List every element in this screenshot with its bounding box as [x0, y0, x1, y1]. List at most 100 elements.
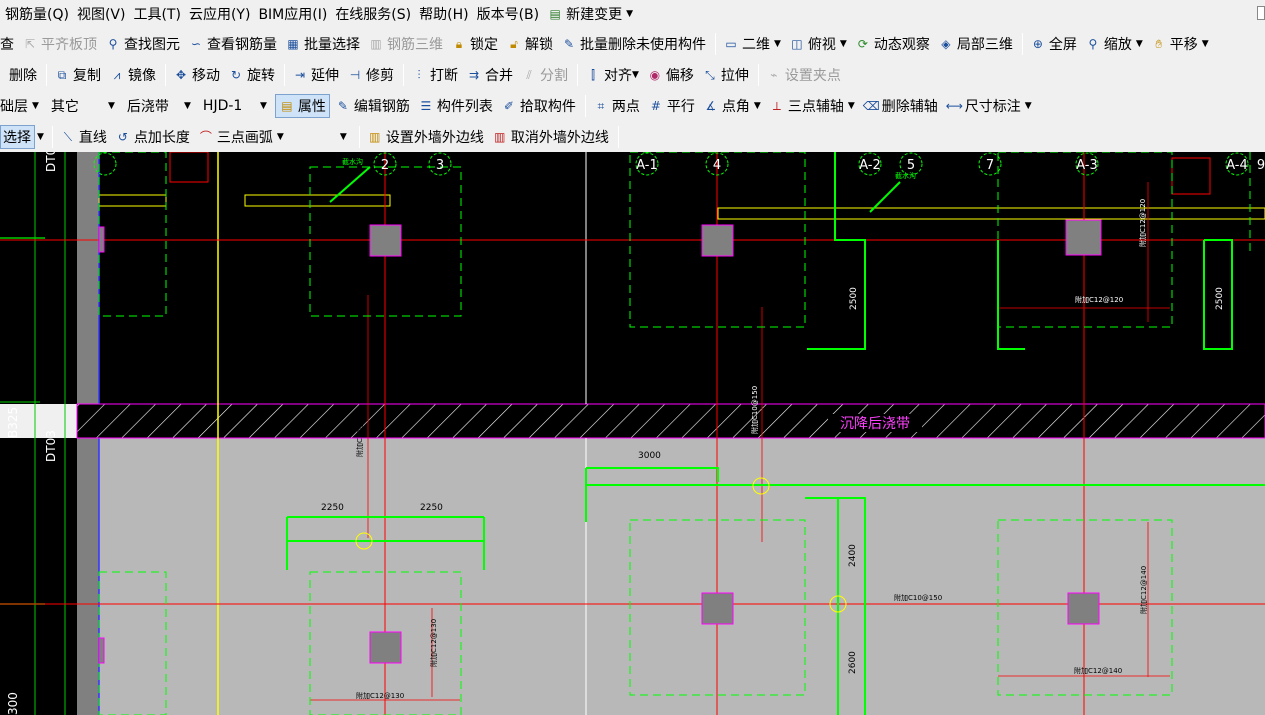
orbit-button[interactable]: ⟳ 动态观察 — [852, 32, 933, 56]
cancel-outer-wall-button[interactable]: ▥ 取消外墙外边线 — [489, 125, 612, 149]
delete-button[interactable]: 删除 — [0, 63, 40, 87]
drawing[interactable]: 沉降后浇带 2 3 A-1 4 A-2 5 7 A-3 A-4 9 DT0 DT… — [0, 152, 1265, 715]
align-slab-top-button[interactable]: ⇱ 平齐板顶 — [19, 32, 100, 56]
axis-label-a3: A-3 — [1076, 158, 1098, 173]
local-3d-button[interactable]: ◈ 局部三维 — [935, 32, 1016, 56]
dim-2500-a: 2500 — [849, 287, 859, 310]
menu-bim[interactable]: BIM应用(I) — [253, 0, 330, 28]
align-top-icon: ⇱ — [24, 36, 36, 51]
merge-button[interactable]: ⇉ 合并 — [463, 63, 516, 87]
zoom-button[interactable]: ⚲ 缩放 ▼ — [1082, 32, 1146, 56]
component-combo[interactable]: HJD-1 ▼ — [199, 94, 271, 118]
point-length-label: 点加长度 — [133, 129, 190, 146]
category-combo[interactable]: 其它 ▼ — [47, 94, 119, 118]
menu-rebar[interactable]: 钢筋量(Q) — [0, 0, 72, 28]
fullscreen-button[interactable]: ⊕ 全屏 — [1027, 32, 1080, 56]
dim-3000: 3000 — [638, 451, 661, 461]
point-length-button[interactable]: ↺ 点加长度 — [112, 125, 193, 149]
local-3d-label: 局部三维 — [956, 36, 1013, 53]
two-points-button[interactable]: ⌗ 两点 — [590, 94, 643, 118]
select-button[interactable]: 选择 — [0, 124, 35, 149]
unlock-button[interactable]: 🔓︎ 解锁 — [503, 32, 556, 56]
rotate-button[interactable]: ↻ 旋转 — [225, 63, 278, 87]
batch-select-button[interactable]: ▦ 批量选择 — [282, 32, 363, 56]
column[interactable] — [369, 631, 402, 664]
separator — [51, 125, 53, 148]
mirror-button[interactable]: ⩘ 镜像 — [106, 63, 159, 87]
parallel-button[interactable]: # 平行 — [645, 94, 698, 118]
lock-button[interactable]: 🔒︎ 锁定 — [448, 32, 501, 56]
separator — [617, 125, 619, 148]
offset-button[interactable]: ◉ 偏移 — [644, 63, 697, 87]
menu-tools[interactable]: 工具(T) — [128, 0, 183, 28]
rebar-note: 附加C10@150 — [355, 409, 364, 457]
floor-combo[interactable]: 础层 ▼ — [0, 94, 43, 118]
arc-option-combo[interactable]: ▼ — [289, 125, 351, 149]
pan-label: 平移 — [1169, 36, 1198, 53]
type-combo[interactable]: 后浇带 ▼ — [123, 94, 195, 118]
delete-axis-button[interactable]: ⌫ 删除辅轴 — [860, 94, 941, 118]
menu-cloud[interactable]: 云应用(Y) — [184, 0, 253, 28]
set-outer-wall-button[interactable]: ▥ 设置外墙外边线 — [364, 125, 487, 149]
toolbar-component: 础层 ▼ 其它 ▼ 后浇带 ▼ HJD-1 ▼ ▤ 属性 ✎ 编辑钢筋 ☰ 构件列表 ✐ 拾取构… — [0, 90, 1265, 121]
separator — [46, 63, 47, 86]
lock-icon: 🔒︎ — [455, 36, 463, 51]
separator — [1021, 32, 1023, 55]
column[interactable] — [1065, 219, 1102, 256]
three-point-axis-button[interactable]: ⟂ 三点辅轴 ▼ — [766, 94, 858, 118]
chevron-down-icon[interactable]: ▼ — [37, 132, 44, 142]
break-button[interactable]: ⫶ 打断 — [408, 63, 461, 87]
stretch-label: 拉伸 — [720, 67, 749, 84]
batch-delete-unused-button[interactable]: ✎ 批量删除未使用构件 — [558, 32, 709, 56]
column[interactable] — [701, 224, 734, 257]
column[interactable] — [369, 224, 402, 257]
dimension-icon: ⟷ — [945, 98, 963, 113]
point-angle-button[interactable]: ∡ 点角 ▼ — [700, 94, 764, 118]
find-element-button[interactable]: ⚲ 查找图元 — [102, 32, 183, 56]
pan-button[interactable]: ✋︎ 平移 ▼ — [1148, 32, 1212, 56]
rebar-icon: ∽ — [190, 36, 202, 51]
edit-rebar-button[interactable]: ✎ 编辑钢筋 — [332, 94, 413, 118]
menu-help[interactable]: 帮助(H) — [414, 0, 471, 28]
rebar-3d-button[interactable]: ▥ 钢筋三维 — [365, 32, 446, 56]
offset-label: 偏移 — [665, 67, 694, 84]
window-control[interactable] — [1257, 6, 1265, 20]
align-button[interactable]: ⫿ 对齐 ▼ — [582, 63, 642, 87]
move-label: 移动 — [192, 67, 220, 84]
pick-component-button[interactable]: ✐ 拾取构件 — [498, 94, 579, 118]
properties-button[interactable]: ▤ 属性 — [274, 93, 330, 118]
rebar-note: 截水沟 — [895, 171, 916, 180]
dim-2600: 2600 — [848, 651, 858, 674]
new-change-menu[interactable]: ▤ 新建变更 ▼ — [542, 0, 636, 28]
split-button[interactable]: ⫽ 分割 — [518, 63, 571, 87]
line-button[interactable]: ⟍ 直线 — [57, 125, 110, 149]
top-view-button[interactable]: ◫ 俯视 ▼ — [786, 32, 850, 56]
set-grip-button[interactable]: ⌁ 设置夹点 — [763, 63, 844, 87]
find-button[interactable]: 查 — [0, 32, 17, 56]
copy-button[interactable]: ⧉ 复制 — [51, 63, 104, 87]
upper-region — [0, 152, 1265, 404]
component-list-button[interactable]: ☰ 构件列表 — [415, 94, 496, 118]
axis-label-a4: A-4 — [1226, 158, 1248, 173]
trim-button[interactable]: ⊣ 修剪 — [344, 63, 397, 87]
stretch-button[interactable]: ⤡ 拉伸 — [699, 63, 752, 87]
chevron-down-icon: ▼ — [108, 100, 115, 111]
view-rebar-qty-button[interactable]: ∽ 查看钢筋量 — [185, 32, 280, 56]
dimension-button[interactable]: ⟷ 尺寸标注 ▼ — [943, 94, 1035, 118]
column[interactable] — [701, 592, 734, 625]
menu-view[interactable]: 视图(V) — [72, 0, 129, 28]
2d-view-button[interactable]: ▭ 二维 ▼ — [720, 32, 784, 56]
three-point-arc-button[interactable]: ⌒ 三点画弧 ▼ — [195, 125, 287, 149]
separator — [284, 63, 285, 86]
menu-online[interactable]: 在线服务(S) — [330, 0, 414, 28]
column[interactable] — [1067, 592, 1100, 625]
chevron-down-icon: ▼ — [339, 131, 347, 142]
extend-button[interactable]: ⇥ 延伸 — [289, 63, 342, 87]
stretch-icon: ⤡ — [705, 67, 715, 82]
line-icon: ⟍ — [63, 129, 73, 144]
type-combo-value: 后浇带 — [126, 98, 169, 115]
cad-canvas[interactable]: 沉降后浇带 2 3 A-1 4 A-2 5 7 A-3 A-4 9 DT0 DT… — [0, 152, 1265, 715]
menu-version[interactable]: 版本号(B) — [472, 0, 543, 28]
move-button[interactable]: ✥ 移动 — [170, 63, 223, 87]
separator — [715, 32, 716, 55]
